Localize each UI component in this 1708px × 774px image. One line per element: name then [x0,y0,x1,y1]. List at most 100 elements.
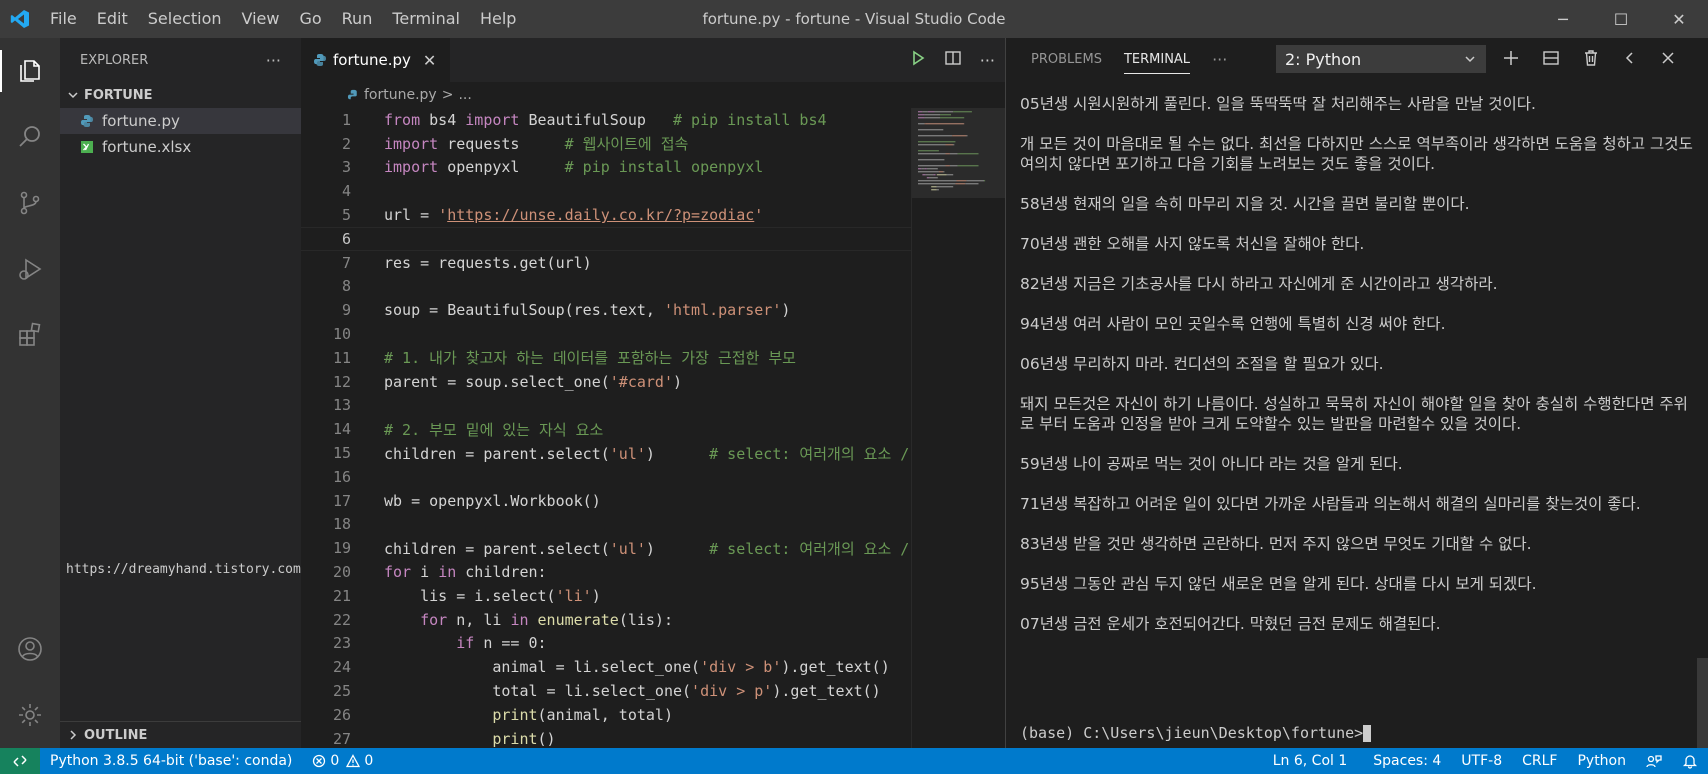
menu-help[interactable]: Help [470,0,526,38]
editor-more-button[interactable]: ··· [980,51,995,70]
terminal-scrollbar[interactable] [1697,658,1708,748]
explorer-icon[interactable] [0,38,60,104]
explorer-more-button[interactable]: ··· [266,51,281,70]
code-line[interactable]: 2 import requests # 웹사이트에 접속 [301,132,911,156]
code-line[interactable]: 11 # 1. 내가 찾고자 하는 데이터를 포함하는 가장 근접한 부모 [301,346,911,370]
panel-more-button[interactable]: ··· [1201,38,1238,82]
line-content: import requests # 웹사이트에 접속 [384,133,688,154]
python-interpreter[interactable]: Python 3.8.5 64-bit ('base': conda) [40,753,302,769]
outline-section[interactable]: OUTLINE [60,721,307,748]
code-line[interactable]: 17 wb = openpyxl.Workbook() [301,489,911,513]
code-token: # select: 여러개의 요소 / [709,444,910,463]
menu-terminal[interactable]: Terminal [382,0,470,38]
tab-problems[interactable]: PROBLEMS [1020,38,1113,82]
line-content: print() [384,730,555,748]
code-line[interactable]: 7 res = requests.get(url) [301,251,911,275]
code-token: url = [384,206,439,225]
code-line[interactable]: 19 children = parent.select('ul') # selec… [301,536,911,560]
code-line[interactable]: 27 print() [301,727,911,748]
notifications-bell-icon[interactable] [1672,753,1708,769]
settings-gear-icon[interactable] [0,682,60,748]
code-line[interactable]: 20 for i in children: [301,560,911,584]
code-line[interactable]: 10 [301,322,911,346]
code-line[interactable]: 16 [301,465,911,489]
code-line[interactable]: 14 # 2. 부모 밑에 있는 자식 요소 [301,417,911,441]
breadcrumb-symbol[interactable]: ... [458,87,471,103]
run-file-icon[interactable] [910,50,926,70]
terminal-output[interactable]: 05년생 시원시원하게 풀린다. 일을 뚝딱뚝딱 잘 처리해주는 사람을 만날 … [1020,94,1700,654]
trash-icon[interactable] [1582,49,1600,71]
indentation[interactable]: Spaces: 4 [1363,753,1451,769]
chevron-left-icon[interactable] [1622,50,1638,70]
extensions-icon[interactable] [0,302,60,368]
code-token: # 웹사이트에 접속 [564,135,689,154]
minimize-button[interactable]: ─ [1534,0,1592,38]
code-line[interactable]: 8 [301,275,911,299]
code-editor[interactable]: 1 from bs4 import BeautifulSoup # pip ins… [301,108,911,748]
menu-selection[interactable]: Selection [138,0,232,38]
menu-file[interactable]: File [40,0,87,38]
code-line[interactable]: 5 url = 'https://unse.daily.co.kr/?p=zodi… [301,203,911,227]
split-terminal-icon[interactable] [1542,49,1560,71]
encoding[interactable]: UTF-8 [1451,753,1512,769]
code-line[interactable]: 25 total = li.select_one('div > p').get_… [301,679,911,703]
code-line[interactable]: 23 if n == 0: [301,632,911,656]
problems-status[interactable]: 0 0 [302,753,383,769]
code-line[interactable]: 18 [301,513,911,537]
terminal-select[interactable]: 2: Python [1276,45,1486,73]
code-line[interactable]: 6 [301,226,911,251]
breadcrumb-file[interactable]: fortune.py [364,87,437,103]
code-line[interactable]: 3 import openpyxl # pip install openpyxl [301,156,911,180]
language-mode[interactable]: Python [1567,753,1636,769]
minimap[interactable] [911,108,1006,748]
feedback-icon[interactable] [1636,753,1672,769]
cursor-position[interactable]: Ln 6, Col 1 [1263,753,1364,769]
code-line[interactable]: 9 soup = BeautifulSoup(res.text, 'html.pa… [301,298,911,322]
code-line[interactable]: 13 [301,394,911,418]
maximize-button[interactable]: ☐ [1592,0,1650,38]
code-line[interactable]: 12 parent = soup.select_one('#card') [301,370,911,394]
warning-count: 0 [364,753,374,769]
line-number: 7 [341,253,351,272]
code-line[interactable]: 4 [301,179,911,203]
file-item-fortune-xlsx[interactable]: fortune.xlsx [60,134,301,160]
minimap-slider[interactable] [912,108,1006,198]
python-file-icon [80,114,102,128]
source-control-icon[interactable] [0,170,60,236]
menu-run[interactable]: Run [332,0,383,38]
tab-close-icon[interactable]: ✕ [423,51,436,70]
code-token: ' [438,206,448,225]
new-terminal-plus-icon[interactable] [1502,49,1520,71]
code-line[interactable]: 22 for n, li in enumerate(lis): [301,608,911,632]
activity-bar [0,38,60,748]
line-number: 1 [341,110,351,129]
close-panel-icon[interactable] [1660,50,1676,70]
code-token: enumerate [537,610,619,629]
code-token: # select: 여러개의 요소 / [709,539,910,558]
line-content: # 1. 내가 찾고자 하는 데이터를 포함하는 가장 근접한 부모 [384,347,796,368]
menu-edit[interactable]: Edit [87,0,138,38]
remote-icon[interactable] [0,748,40,774]
line-number: 14 [332,420,351,439]
code-line[interactable]: 26 print(animal, total) [301,703,911,727]
close-window-button[interactable]: ✕ [1650,0,1708,38]
code-line[interactable]: 24 animal = li.select_one('div > b').get… [301,655,911,679]
tab-terminal[interactable]: TERMINAL [1113,38,1201,82]
end-of-line[interactable]: CRLF [1512,753,1567,769]
code-line[interactable]: 1 from bs4 import BeautifulSoup # pip ins… [301,108,911,132]
menu-view[interactable]: View [232,0,290,38]
file-item-fortune-py[interactable]: fortune.py [60,108,301,134]
search-icon[interactable] [0,104,60,170]
accounts-icon[interactable] [0,616,60,682]
menu-go[interactable]: Go [289,0,331,38]
code-line[interactable]: 21 lis = i.select('li') [301,584,911,608]
code-token: openpyxl [438,158,565,177]
run-debug-icon[interactable] [0,236,60,302]
terminal-prompt[interactable]: (base) C:\Users\jieun\Desktop\fortune> [1020,724,1372,742]
line-number: 10 [332,325,351,344]
tab-fortune-py[interactable]: fortune.py ✕ [301,38,451,82]
split-editor-icon[interactable] [944,49,962,71]
code-token[interactable]: https://unse.daily.co.kr/?p=zodiac [447,206,754,224]
code-line[interactable]: 15 children = parent.select('ul') # selec… [301,441,911,465]
folder-fortune[interactable]: FORTUNE [60,82,301,108]
